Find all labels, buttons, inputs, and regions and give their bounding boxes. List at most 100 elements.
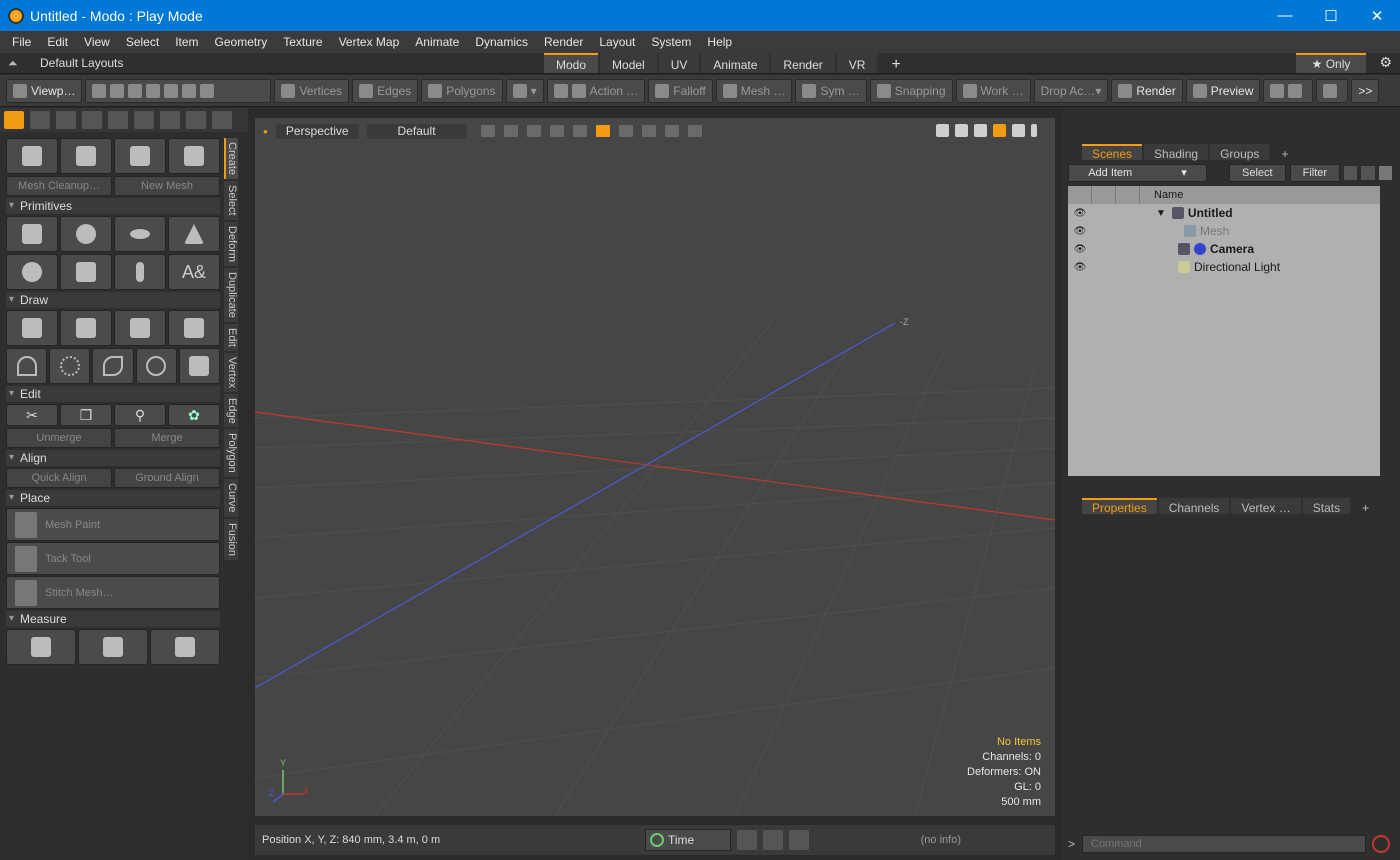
vtab-create[interactable]: Create <box>224 138 238 180</box>
ground-align-button[interactable]: Ground Align <box>114 468 220 488</box>
tab-scenes[interactable]: Scenes <box>1082 144 1143 161</box>
mesh-paint-button[interactable]: Mesh Paint <box>6 508 220 541</box>
drop-action-dropdown[interactable]: Drop Ac… ▾ <box>1033 78 1109 103</box>
list-icon[interactable] <box>1361 166 1375 180</box>
maximize-button[interactable]: ☐ <box>1308 7 1354 25</box>
draw-button-2[interactable] <box>60 310 112 346</box>
menu-texture[interactable]: Texture <box>275 35 330 49</box>
brush-icon[interactable] <box>82 111 102 129</box>
mesh-create-button-1[interactable] <box>6 138 58 174</box>
expand-icon[interactable]: ▼ <box>1156 208 1166 219</box>
tab-modo[interactable]: Modo <box>544 53 599 73</box>
cone-button[interactable] <box>168 216 220 252</box>
view-mode-dropdown[interactable]: Perspective <box>275 123 359 139</box>
texture-view-icon[interactable] <box>641 125 656 137</box>
selection-tools-group[interactable] <box>85 78 272 103</box>
vtab-edge[interactable]: Edge <box>224 393 238 428</box>
tab-model[interactable]: Model <box>600 53 657 73</box>
eye-icon[interactable]: 👁 <box>1068 244 1092 255</box>
vtab-edit[interactable]: Edit <box>224 323 238 351</box>
work-plane-button[interactable]: Work … <box>955 78 1031 103</box>
layout-icon[interactable] <box>737 830 757 850</box>
create-tools-icon[interactable] <box>4 111 24 129</box>
split-icon[interactable] <box>789 830 809 850</box>
viewport-gear-icon[interactable] <box>1012 124 1025 137</box>
preview-button[interactable]: Preview <box>1185 78 1261 103</box>
tab-stats[interactable]: Stats <box>1302 498 1351 515</box>
viewport-button[interactable]: Viewp… <box>6 78 83 103</box>
tab-vr[interactable]: VR <box>836 53 878 73</box>
symmetry-button[interactable]: Sym … <box>795 78 867 103</box>
vtab-fusion[interactable]: Fusion <box>224 518 238 560</box>
axis-toggle-icon[interactable] <box>595 125 610 137</box>
tab-channels[interactable]: Channels <box>1158 498 1230 515</box>
menu-select[interactable]: Select <box>118 35 167 49</box>
grid-toggle-icon[interactable] <box>503 125 518 137</box>
grid-icon[interactable] <box>30 111 50 129</box>
tree-row-mesh[interactable]: 👁 Mesh <box>1068 222 1380 240</box>
pen-icon[interactable] <box>108 111 128 129</box>
unmerge-button[interactable]: Unmerge <box>6 428 112 448</box>
bounding-box-button[interactable] <box>150 629 220 665</box>
sphere-button[interactable] <box>60 216 112 252</box>
menu-file[interactable]: File <box>4 35 39 49</box>
camera-view-icon[interactable] <box>618 125 633 137</box>
record-icon[interactable] <box>1372 835 1390 853</box>
overlay-icon[interactable] <box>572 125 587 137</box>
vtab-polygon[interactable]: Polygon <box>224 429 238 478</box>
draw-button-4[interactable] <box>168 310 220 346</box>
filter-button[interactable]: Filter <box>1289 164 1341 182</box>
torus-button[interactable] <box>6 254 58 290</box>
ruler-button[interactable] <box>6 629 76 665</box>
normal-view-icon[interactable] <box>664 125 679 137</box>
only-toggle[interactable]: ★ Only <box>1296 53 1366 73</box>
item-mode-button[interactable]: ▾ <box>505 78 544 103</box>
section-edit[interactable]: Edit <box>6 386 220 402</box>
wireframe-icon[interactable] <box>480 125 495 137</box>
zoom-icon[interactable] <box>974 124 987 137</box>
tab-vertex[interactable]: Vertex … <box>1231 498 1301 515</box>
eye-icon[interactable]: 👁 <box>1068 208 1092 219</box>
funnel-icon[interactable] <box>1378 166 1392 180</box>
menu-dynamics[interactable]: Dynamics <box>467 35 536 49</box>
select-button[interactable]: Select <box>1229 164 1286 182</box>
tab-uv[interactable]: UV <box>658 53 700 73</box>
capsule-button[interactable] <box>114 216 166 252</box>
menu-animate[interactable]: Animate <box>407 35 467 49</box>
menu-render[interactable]: Render <box>536 35 591 49</box>
close-button[interactable]: ✕ <box>1354 7 1400 25</box>
menu-help[interactable]: Help <box>699 35 740 49</box>
menu-geometry[interactable]: Geometry <box>207 35 276 49</box>
action-center-button[interactable]: Action … <box>546 78 646 103</box>
section-measure[interactable]: Measure <box>6 611 220 627</box>
vtab-duplicate[interactable]: Duplicate <box>224 267 238 322</box>
mesh-create-button-3[interactable] <box>114 138 166 174</box>
time-button[interactable]: Time <box>645 829 731 851</box>
tab-groups[interactable]: Groups <box>1210 144 1270 161</box>
polygons-button[interactable]: Polygons <box>421 78 503 103</box>
vtab-select[interactable]: Select <box>224 181 238 220</box>
falloff-button[interactable]: Falloff <box>648 78 713 103</box>
eye-icon[interactable]: 👁 <box>1068 262 1092 273</box>
add-prop-tab-button[interactable]: + <box>1352 498 1379 515</box>
figure-icon[interactable] <box>160 111 180 129</box>
layout-swap-button[interactable] <box>1263 78 1314 103</box>
pill-button[interactable] <box>114 254 166 290</box>
pan-icon[interactable] <box>936 124 949 137</box>
mesh-create-button-2[interactable] <box>60 138 112 174</box>
text-button[interactable]: A& <box>168 254 220 290</box>
curve-button-5[interactable] <box>178 348 221 384</box>
clock-icon[interactable] <box>134 111 154 129</box>
vtab-deform[interactable]: Deform <box>224 221 238 266</box>
layout-up-icon[interactable]: ⏶ <box>8 56 26 71</box>
stitch-mesh-button[interactable]: Stitch Mesh… <box>6 576 220 609</box>
tab-render[interactable]: Render <box>771 53 835 73</box>
tree-row-directional-light[interactable]: 👁 Directional Light <box>1068 258 1380 276</box>
section-place[interactable]: Place <box>6 490 220 506</box>
vertices-button[interactable]: Vertices <box>274 78 350 103</box>
command-input[interactable] <box>1082 835 1366 853</box>
mesh-constraint-button[interactable]: Mesh … <box>715 78 793 103</box>
new-mesh-button[interactable]: New Mesh <box>114 176 220 196</box>
curve-button-4[interactable] <box>135 348 177 384</box>
vtab-vertex[interactable]: Vertex <box>224 352 238 392</box>
